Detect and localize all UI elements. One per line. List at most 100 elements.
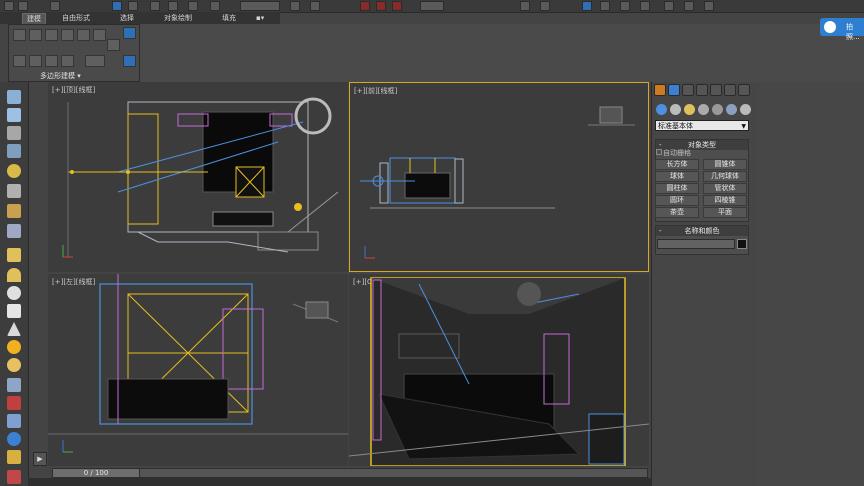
systems-icon[interactable]	[740, 104, 751, 115]
motion-tab-icon[interactable]	[696, 84, 708, 96]
graphite-icon[interactable]	[600, 1, 610, 11]
sphere-button[interactable]: 球体	[655, 171, 699, 182]
sphere-icon[interactable]	[7, 286, 21, 300]
pivot-icon[interactable]	[290, 1, 300, 11]
ribbon-button[interactable]	[107, 39, 120, 51]
particles-icon[interactable]	[7, 378, 21, 392]
select-tool-icon[interactable]	[7, 90, 21, 104]
torus-button[interactable]: 圆环	[655, 195, 699, 206]
spacewarps-icon[interactable]	[726, 104, 737, 115]
select-icon[interactable]	[112, 1, 122, 11]
viewport-top[interactable]: [+][顶][线框]	[48, 82, 348, 272]
ribbon-button[interactable]	[77, 29, 90, 41]
light-icon[interactable]	[7, 164, 21, 178]
box-icon[interactable]	[7, 248, 21, 262]
undo-icon[interactable]	[4, 1, 14, 11]
ribbon-panel-label[interactable]: 多边形建模 ▾	[40, 71, 81, 81]
ribbon-button[interactable]	[29, 29, 42, 41]
magnet-icon[interactable]	[360, 1, 370, 11]
dome-icon[interactable]	[7, 268, 21, 282]
redo-icon[interactable]	[18, 1, 28, 11]
snap-icon[interactable]	[310, 1, 320, 11]
plane-button[interactable]: 平面	[703, 207, 747, 218]
render-icon[interactable]	[704, 1, 714, 11]
ribbon-button[interactable]	[123, 55, 136, 67]
object-color-swatch[interactable]	[737, 239, 747, 249]
torus-icon[interactable]	[7, 358, 21, 372]
globe-icon[interactable]	[7, 432, 21, 446]
tab-object-paint[interactable]: 对象绘制	[160, 13, 196, 23]
geosphere-button[interactable]: 几何球体	[703, 171, 747, 182]
cone-icon[interactable]	[7, 322, 21, 336]
utility-icon[interactable]	[7, 450, 21, 464]
display-tab-icon[interactable]	[710, 84, 722, 96]
tab-selection[interactable]: 选择	[116, 13, 138, 23]
reference-icon[interactable]	[210, 1, 220, 11]
render-setup-icon[interactable]	[684, 1, 694, 11]
viewport-front[interactable]: [+][前][线框]	[349, 82, 649, 272]
viewport-icon[interactable]	[7, 108, 21, 122]
mirror-icon[interactable]	[520, 1, 530, 11]
coord-dropdown[interactable]	[240, 1, 280, 11]
camera-icon[interactable]	[7, 184, 21, 198]
object-name-input[interactable]	[657, 239, 735, 249]
geometry-icon[interactable]	[656, 104, 667, 115]
create-tab-icon[interactable]	[654, 84, 666, 96]
cone-button[interactable]: 圆锥体	[703, 159, 747, 170]
hammer-icon[interactable]	[738, 84, 750, 96]
ribbon-button[interactable]	[29, 55, 42, 67]
teapot-icon[interactable]	[7, 470, 21, 484]
tab-modeling[interactable]: 建模	[22, 13, 46, 24]
box-button[interactable]: 长方体	[655, 159, 699, 170]
grid-icon[interactable]	[7, 144, 21, 158]
tube-button[interactable]: 管状体	[703, 183, 747, 194]
timeline-track[interactable]	[52, 468, 648, 478]
tab-populate[interactable]: 填充	[218, 13, 240, 23]
utilities-tab-icon[interactable]	[724, 84, 736, 96]
cylinder-icon[interactable]	[7, 304, 21, 318]
named-selection-dropdown[interactable]	[420, 1, 444, 11]
sun-icon[interactable]	[7, 340, 21, 354]
rotate-icon[interactable]	[168, 1, 178, 11]
ribbon-button[interactable]	[13, 55, 26, 67]
ribbon-button[interactable]	[93, 29, 106, 41]
align-icon[interactable]	[540, 1, 550, 11]
ribbon-button[interactable]	[85, 55, 105, 67]
viewport-camera[interactable]: [+][Camera001][线框]	[349, 274, 649, 466]
modify-tab-icon[interactable]	[668, 84, 680, 96]
curve-editor-icon[interactable]	[620, 1, 630, 11]
helpers-icon[interactable]	[712, 104, 723, 115]
tab-freeform[interactable]: 自由形式	[58, 13, 94, 23]
schematic-icon[interactable]	[640, 1, 650, 11]
ribbon-button[interactable]	[123, 27, 136, 39]
primitive-type-dropdown[interactable]: 标准基本体 ▼	[655, 120, 749, 131]
link-icon[interactable]	[50, 1, 60, 11]
percent-snap-icon[interactable]	[392, 1, 402, 11]
ribbon-button[interactable]	[61, 55, 74, 67]
move-icon[interactable]	[150, 1, 160, 11]
ribbon-options-icon[interactable]: ▪▾	[252, 13, 268, 23]
ribbon-button[interactable]	[61, 29, 74, 41]
rollout-header[interactable]: - 名称和颜色	[656, 226, 748, 236]
shapes-icon[interactable]	[670, 104, 681, 115]
autogrid-checkbox[interactable]	[656, 149, 662, 155]
cameras-icon[interactable]	[698, 104, 709, 115]
pyramid-button[interactable]: 四棱锥	[703, 195, 747, 206]
list-icon[interactable]	[7, 126, 21, 140]
helper-icon[interactable]	[7, 204, 21, 218]
angle-snap-icon[interactable]	[376, 1, 386, 11]
ribbon-button[interactable]	[45, 55, 58, 67]
lights-icon[interactable]	[684, 104, 695, 115]
spacewarp-icon[interactable]	[7, 224, 21, 238]
motion-icon[interactable]	[7, 414, 21, 428]
ribbon-button[interactable]	[45, 29, 58, 41]
time-slider[interactable]: 0 / 100	[52, 468, 140, 478]
viewport-left[interactable]: [+][左][线框]	[48, 274, 348, 466]
scale-icon[interactable]	[188, 1, 198, 11]
cylinder-button[interactable]: 圆柱体	[655, 183, 699, 194]
hierarchy-icon[interactable]	[7, 396, 21, 410]
play-icon[interactable]: ▶	[33, 452, 47, 466]
layer-icon[interactable]	[582, 1, 592, 11]
material-editor-icon[interactable]	[664, 1, 674, 11]
ribbon-button[interactable]	[13, 29, 26, 41]
